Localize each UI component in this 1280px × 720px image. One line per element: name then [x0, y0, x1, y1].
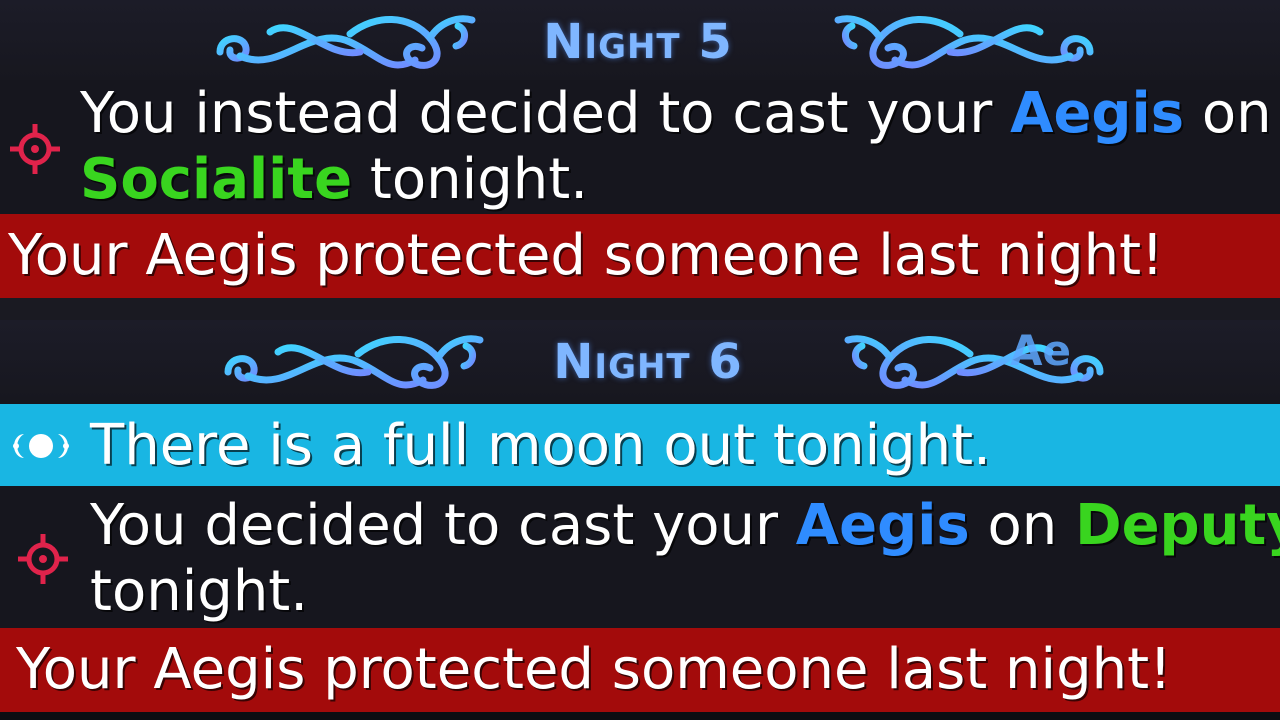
ability-name-aegis: Aegis	[1010, 81, 1185, 146]
night-6-header: Night 6	[0, 320, 1280, 400]
message-line-1: You instead decided to cast your Aegis o…	[80, 80, 1272, 148]
message-line-2: Socialite tonight.	[80, 146, 588, 214]
player-name-deputy: Deputy	[1075, 493, 1280, 558]
night-5-header: Night 5	[0, 0, 1280, 80]
event-log: Night 5 You instead decided to cast your…	[0, 0, 1280, 720]
divider	[0, 298, 1280, 320]
message-text: You decided to cast your	[90, 493, 796, 558]
crosshair-target-icon	[10, 124, 60, 174]
night-6-protection-alert: Your Aegis protected someone last night!	[0, 628, 1280, 712]
night-5-action-message: You instead decided to cast your Aegis o…	[0, 80, 1280, 214]
ability-name-aegis: Aegis	[795, 493, 970, 558]
divider	[0, 712, 1280, 720]
full-moon-icon	[13, 434, 69, 458]
message-line-2: tonight.	[90, 559, 309, 624]
alert-text: Your Aegis protected someone last night!	[8, 223, 1164, 288]
ornamental-flourish-icon	[830, 4, 1110, 76]
alert-text: Your Aegis protected someone last night!	[16, 637, 1172, 702]
message-text: You instead decided to cast your	[80, 81, 1011, 146]
message-text: tonight.	[352, 147, 588, 212]
crosshair-target-icon	[18, 534, 68, 584]
night-6-action-message: You decided to cast your Aegis on Deputy…	[0, 486, 1280, 628]
player-name-socialite: Socialite	[80, 147, 353, 212]
overlay-fragment-text: Ae	[1010, 326, 1071, 375]
event-text: There is a full moon out tonight.	[90, 413, 991, 478]
message-text: on	[969, 493, 1076, 558]
ornamental-flourish-icon	[840, 324, 1120, 396]
night-6-full-moon-event: There is a full moon out tonight.	[0, 404, 1280, 486]
message-text: on	[1184, 81, 1272, 146]
night-5-protection-alert: Your Aegis protected someone last night!	[0, 214, 1280, 298]
message-line-1: You decided to cast your Aegis on Deputy	[90, 492, 1280, 560]
